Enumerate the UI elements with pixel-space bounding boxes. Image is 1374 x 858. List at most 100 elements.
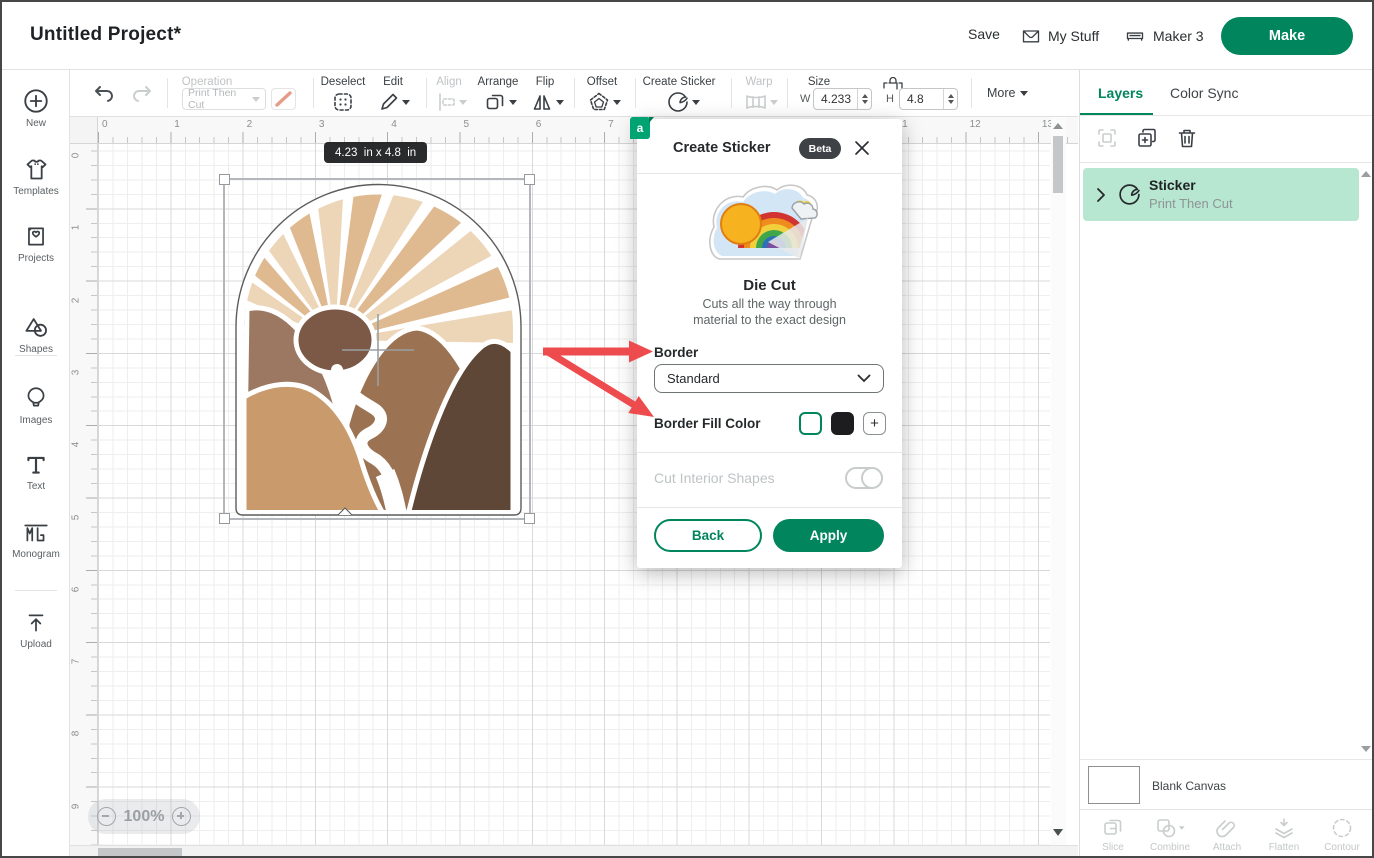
sidebar-item-projects[interactable]: Projects — [2, 223, 70, 264]
height-stepper[interactable] — [943, 89, 957, 109]
sidebar-item-monogram[interactable]: Monogram — [2, 520, 70, 560]
ruler-top-number: 7 — [608, 119, 614, 130]
sidebar-item-shapes[interactable]: Shapes — [2, 314, 70, 355]
zoom-out-button[interactable] — [97, 807, 116, 826]
layer-operation: Print Then Cut — [1149, 196, 1233, 211]
ruler-top-number: 6 — [536, 119, 542, 130]
create-sticker-dropdown-caret[interactable] — [692, 100, 700, 105]
offset-icon[interactable] — [588, 91, 610, 113]
sidebar-item-images[interactable]: Images — [2, 384, 70, 426]
edit-dropdown-caret[interactable] — [402, 100, 410, 105]
sidebar-item-text[interactable]: Text — [2, 452, 70, 492]
ruler-top-number: 3 — [319, 119, 325, 130]
warp-dropdown-caret[interactable] — [770, 100, 778, 105]
tab-color-sync[interactable]: Color Sync — [1170, 70, 1238, 115]
width-label: W — [800, 93, 810, 105]
inbox-icon — [1021, 26, 1041, 46]
trash-icon[interactable] — [1176, 127, 1198, 149]
create-sticker-icon[interactable] — [666, 90, 690, 114]
align-dropdown-caret[interactable] — [459, 100, 467, 105]
sidebar-item-upload[interactable]: Upload — [2, 610, 70, 650]
deselect-icon[interactable] — [332, 91, 354, 113]
redo-icon[interactable] — [130, 84, 154, 104]
layers-scroll-down-arrow[interactable] — [1361, 746, 1371, 752]
linetype-swatch[interactable] — [271, 88, 296, 110]
expand-chevron-icon[interactable] — [1095, 187, 1107, 203]
scroll-up-arrow[interactable] — [1053, 123, 1063, 129]
sidebar-item-templates[interactable]: Templates — [2, 156, 70, 197]
arrange-icon[interactable] — [484, 91, 506, 113]
group-icon[interactable] — [1096, 127, 1118, 149]
border-fill-color-label: Border Fill Color — [654, 416, 761, 431]
die-cut-description-line1: Cuts all the way through — [637, 297, 902, 311]
layers-scroll-up-arrow[interactable] — [1361, 171, 1371, 177]
resize-handle-se[interactable] — [524, 513, 535, 524]
combine-tool[interactable]: Combine — [1142, 816, 1198, 853]
scroll-down-arrow[interactable] — [1053, 829, 1063, 836]
height-input[interactable]: 4.8 — [899, 88, 958, 110]
resize-handle-nw[interactable] — [219, 174, 230, 185]
warp-icon[interactable] — [744, 92, 768, 112]
sidebar-item-new[interactable]: New — [2, 87, 70, 129]
height-label: H — [886, 93, 894, 105]
zoom-in-button[interactable] — [172, 807, 191, 826]
attach-tool[interactable]: Attach — [1199, 816, 1255, 853]
undo-icon[interactable] — [92, 84, 116, 104]
cut-interior-toggle[interactable] — [845, 467, 883, 489]
toolbar-divider — [635, 78, 636, 108]
save-button[interactable]: Save — [968, 26, 1000, 42]
flip-icon[interactable] — [531, 91, 553, 113]
fill-swatch-white[interactable] — [799, 412, 822, 435]
sidebar-divider — [15, 355, 57, 356]
back-button[interactable]: Back — [654, 519, 762, 552]
duplicate-icon[interactable] — [1136, 127, 1158, 149]
horizontal-scrollbar[interactable] — [70, 845, 1078, 858]
add-color-button[interactable]: + — [863, 412, 886, 435]
flatten-tool[interactable]: Flatten — [1256, 816, 1312, 853]
width-stepper[interactable] — [857, 89, 871, 109]
tab-layers[interactable]: Layers — [1098, 70, 1143, 115]
ruler-top-number: 5 — [464, 119, 470, 130]
attach-icon — [1215, 816, 1239, 840]
panel-divider — [637, 507, 902, 508]
create-sticker-panel: a Create Sticker Beta — [637, 119, 902, 568]
layer-row-sticker[interactable]: Sticker Print Then Cut — [1083, 168, 1359, 221]
project-title[interactable]: Untitled Project* — [30, 24, 181, 46]
combine-icon — [1155, 816, 1185, 840]
contour-tool[interactable]: Contour — [1314, 816, 1370, 853]
close-icon[interactable] — [853, 139, 871, 157]
resize-handle-ne[interactable] — [524, 174, 535, 185]
selection-box[interactable] — [223, 178, 531, 520]
panel-divider — [1080, 759, 1374, 760]
panel-divider — [1080, 115, 1374, 116]
offset-dropdown-caret[interactable] — [613, 100, 621, 105]
vertical-scroll-thumb[interactable] — [1053, 136, 1063, 193]
horizontal-scroll-thumb[interactable] — [98, 848, 182, 858]
panel-divider — [637, 452, 902, 453]
align-icon[interactable] — [436, 91, 458, 113]
make-button[interactable]: Make — [1221, 17, 1353, 55]
more-menu[interactable]: More — [987, 86, 1028, 100]
flip-label: Flip — [536, 76, 555, 88]
border-select[interactable]: Standard — [654, 364, 884, 393]
edit-pencil-icon[interactable] — [378, 91, 400, 113]
machine-selector[interactable]: Maker 3 — [1124, 26, 1204, 46]
flatten-icon — [1272, 816, 1296, 840]
operation-dropdown[interactable]: Print Then Cut — [182, 88, 266, 110]
resize-handle-sw[interactable] — [219, 513, 230, 524]
vertical-scrollbar[interactable] — [1051, 117, 1066, 845]
canvas-color-swatch[interactable] — [1088, 766, 1140, 804]
apply-button[interactable]: Apply — [773, 519, 884, 552]
ruler-left-number: 5 — [70, 514, 81, 520]
flip-dropdown-caret[interactable] — [556, 100, 564, 105]
beta-badge: Beta — [799, 138, 841, 159]
slice-tool[interactable]: Slice — [1085, 816, 1141, 853]
cut-interior-label: Cut Interior Shapes — [654, 470, 775, 486]
ruler-corner — [70, 117, 98, 144]
arrange-dropdown-caret[interactable] — [509, 100, 517, 105]
width-input[interactable]: 4.233 — [813, 88, 872, 110]
fill-swatch-black[interactable] — [831, 412, 854, 435]
my-stuff-button[interactable]: My Stuff — [1021, 26, 1099, 46]
canvas-area[interactable]: 012345678910111213 0123456789 — [70, 117, 1078, 858]
ruler-top-number: 2 — [247, 119, 253, 130]
